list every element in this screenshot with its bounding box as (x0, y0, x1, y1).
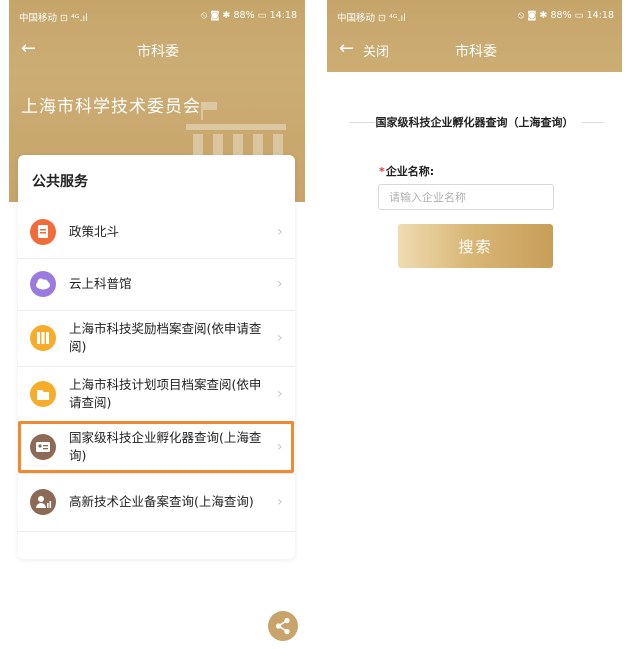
highlight-box (18, 421, 294, 473)
company-name-input[interactable] (378, 184, 554, 210)
chevron-right-icon: › (277, 276, 283, 292)
service-item-award-archive[interactable]: 上海市科技奖励档案查阅(依申请查阅) › (18, 310, 295, 367)
nav-title: 市科委 (455, 44, 497, 60)
card-title: 公共服务 (32, 174, 88, 190)
chevron-right-icon: › (277, 386, 283, 402)
left-phone-screen: 中国移动 ⊡ ⁴ᴳ.ıl ⦸ ◙ ✱ 88% ▭ 14:18 ← 市科委 上海市… (9, 0, 305, 649)
back-arrow-icon[interactable]: ← (21, 38, 36, 60)
right-phone-screen: 中国移动 ⊡ ⁴ᴳ.ıl ⦸ ◙ ✱ 88% ▭ 14:18 ← 关闭 市科委 … (327, 0, 622, 649)
service-item-label: 上海市科技计划项目档案查阅(依申请查阅) (69, 377, 262, 410)
close-button[interactable]: 关闭 (363, 41, 389, 60)
status-carrier: 中国移动 ⊡ ⁴ᴳ.ıl (337, 13, 406, 24)
service-item-label: 高新技术企业备案查询(上海查询) (69, 494, 254, 509)
service-item-hightech-query[interactable]: 高新技术企业备案查询(上海查询) › (18, 473, 295, 532)
service-item-cloud-museum[interactable]: 云上科普馆 › (18, 258, 295, 311)
service-item-label: 云上科普馆 (69, 276, 132, 291)
hero-title: 上海市科学技术委员会 (21, 97, 201, 117)
user-chart-icon (30, 489, 56, 515)
nav-bar: ← 关闭 市科委 (327, 30, 622, 72)
public-services-card: 公共服务 政策北斗 › 云上科普馆 › 上海市科技奖励档案查阅(依申请查阅) › (18, 155, 295, 559)
document-icon (30, 219, 56, 245)
search-button[interactable]: 搜索 (398, 224, 553, 268)
archive-icon (30, 325, 56, 351)
status-right: ⦸ ◙ ✱ 88% ▭ 14:18 (201, 10, 297, 21)
back-arrow-icon[interactable]: ← (339, 38, 354, 60)
service-item-project-archive[interactable]: 上海市科技计划项目档案查阅(依申请查阅) › (18, 366, 295, 422)
chevron-right-icon: › (277, 494, 283, 510)
status-carrier: 中国移动 ⊡ ⁴ᴳ.ıl (19, 13, 88, 24)
cloud-icon (30, 271, 56, 297)
required-mark: * (379, 165, 385, 178)
service-item-label: 上海市科技奖励档案查阅(依申请查阅) (69, 321, 262, 354)
status-right: ⦸ ◙ ✱ 88% ▭ 14:18 (518, 10, 614, 21)
service-item-policy[interactable]: 政策北斗 › (18, 207, 295, 259)
top-bar: 中国移动 ⊡ ⁴ᴳ.ıl ⦸ ◙ ✱ 88% ▭ 14:18 ← 市科委 (9, 0, 305, 72)
folder-icon (30, 381, 56, 407)
company-name-label-text: 企业名称: (385, 165, 435, 178)
section-title: 国家级科技企业孵化器查询（上海查询） (375, 116, 574, 129)
top-bar: 中国移动 ⊡ ⁴ᴳ.ıl ⦸ ◙ ✱ 88% ▭ 14:18 ← 关闭 市科委 (327, 0, 622, 72)
share-icon[interactable] (268, 611, 298, 641)
chevron-right-icon: › (277, 224, 283, 240)
service-item-label: 政策北斗 (69, 224, 120, 239)
status-bar: 中国移动 ⊡ ⁴ᴳ.ıl ⦸ ◙ ✱ 88% ▭ 14:18 (9, 0, 305, 30)
company-name-label: *企业名称: (379, 163, 434, 179)
status-bar: 中国移动 ⊡ ⁴ᴳ.ıl ⦸ ◙ ✱ 88% ▭ 14:18 (327, 0, 622, 30)
nav-bar: ← 市科委 (9, 30, 305, 72)
chevron-right-icon: › (277, 330, 283, 346)
nav-title: 市科委 (137, 44, 179, 60)
